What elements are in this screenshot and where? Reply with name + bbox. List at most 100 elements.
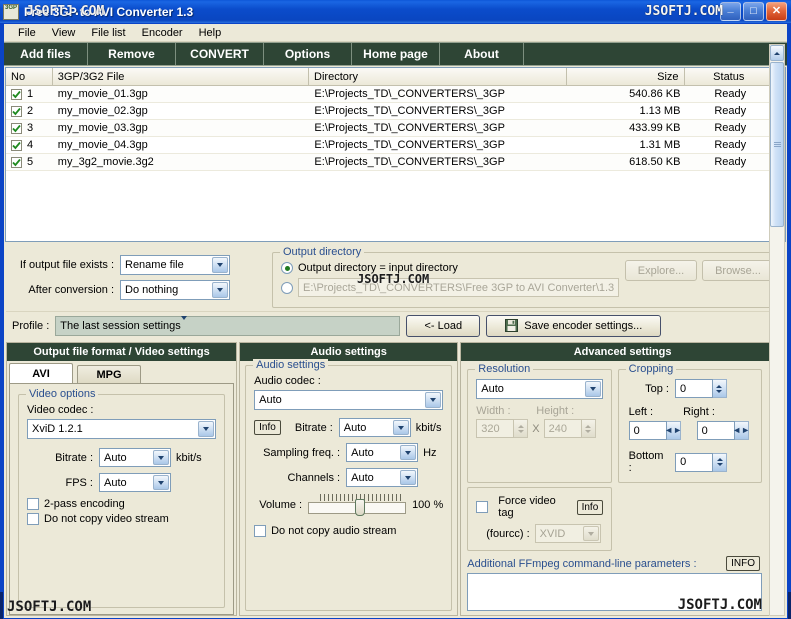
- chevron-down-icon[interactable]: [198, 421, 215, 437]
- crop-left-spin-buttons[interactable]: ◄►: [664, 421, 682, 440]
- crop-right-stepper[interactable]: 0 ◄►: [696, 421, 750, 440]
- table-row[interactable]: 5 my_3g2_movie.3g2 E:\Projects_TD\_CONVE…: [6, 154, 785, 171]
- column-header-no[interactable]: No: [6, 68, 53, 86]
- maximize-button[interactable]: □: [743, 2, 764, 21]
- crop-left-stepper[interactable]: 0 ◄►: [628, 421, 682, 440]
- output-same-as-input-row[interactable]: Output directory = input directory: [281, 262, 619, 274]
- browse-button[interactable]: Browse...: [702, 260, 774, 281]
- audio-bitrate-select[interactable]: Auto: [338, 418, 411, 437]
- toolbar-remove-button[interactable]: Remove: [88, 43, 176, 65]
- chevron-down-icon[interactable]: [212, 281, 228, 298]
- crop-top-spin-buttons[interactable]: [712, 379, 727, 398]
- crop-top-value[interactable]: 0: [674, 379, 713, 398]
- chevron-down-icon[interactable]: [153, 475, 169, 490]
- column-header-size[interactable]: Size: [567, 68, 685, 86]
- output-custom-path-input[interactable]: E:\Projects_TD\_CONVERTERS\Free 3GP to A…: [298, 278, 619, 297]
- force-video-tag-checkbox[interactable]: [476, 501, 489, 513]
- width-stepper[interactable]: 320: [476, 419, 529, 438]
- row-checkbox[interactable]: [11, 105, 22, 117]
- menu-item-filelist[interactable]: File list: [83, 25, 133, 41]
- output-custom-row[interactable]: E:\Projects_TD\_CONVERTERS\Free 3GP to A…: [281, 278, 619, 297]
- chevron-down-icon[interactable]: [425, 392, 442, 408]
- crop-right-label: Right :: [683, 406, 715, 418]
- no-copy-video-row[interactable]: Do not copy video stream: [27, 513, 216, 525]
- table-row[interactable]: 2 my_movie_02.3gp E:\Projects_TD\_CONVER…: [6, 103, 785, 120]
- close-button[interactable]: ✕: [766, 2, 787, 21]
- crop-bottom-value[interactable]: 0: [675, 452, 714, 472]
- radio-output-same[interactable]: [281, 262, 293, 274]
- crop-left-value[interactable]: 0: [628, 421, 667, 440]
- load-profile-button[interactable]: <- Load: [406, 314, 481, 337]
- chevron-down-icon[interactable]: [153, 450, 169, 465]
- radio-output-custom[interactable]: [281, 281, 293, 294]
- crop-right-value[interactable]: 0: [696, 421, 735, 440]
- chevron-down-icon[interactable]: [582, 526, 599, 541]
- column-header-status[interactable]: Status: [684, 68, 774, 86]
- ffmpeg-params-input[interactable]: [467, 573, 762, 611]
- video-fps-select[interactable]: Auto: [99, 473, 171, 492]
- audio-codec-select[interactable]: Auto: [254, 390, 444, 410]
- column-header-directory[interactable]: Directory: [309, 68, 568, 86]
- chevron-down-icon[interactable]: [180, 315, 187, 332]
- two-pass-checkbox[interactable]: [27, 498, 39, 510]
- audio-info-button[interactable]: Info: [254, 420, 281, 435]
- if-output-exists-select[interactable]: Rename file: [120, 254, 230, 275]
- column-header-file[interactable]: 3GP/3G2 File: [52, 68, 310, 86]
- slider-thumb[interactable]: [355, 499, 366, 516]
- menu-item-file[interactable]: File: [10, 25, 44, 41]
- save-encoder-settings-button[interactable]: Save encoder settings...: [486, 314, 662, 337]
- file-list[interactable]: No 3GP/3G2 File Directory Size Status 1 …: [5, 67, 786, 242]
- chevron-down-icon[interactable]: [212, 256, 228, 273]
- explore-button[interactable]: Explore...: [625, 260, 697, 281]
- scrollbar-track[interactable]: [770, 228, 784, 615]
- no-copy-audio-checkbox[interactable]: [254, 525, 267, 537]
- audio-channels-select[interactable]: Auto: [346, 468, 419, 487]
- no-copy-video-checkbox[interactable]: [27, 513, 39, 525]
- crop-bottom-stepper[interactable]: 0: [675, 452, 728, 472]
- two-pass-row[interactable]: 2-pass encoding: [27, 498, 216, 510]
- profile-select[interactable]: The last session settings: [55, 315, 401, 336]
- after-conversion-select[interactable]: Do nothing: [120, 279, 230, 300]
- height-stepper[interactable]: 240: [543, 419, 596, 438]
- advanced-scrollbar[interactable]: [769, 44, 785, 616]
- chevron-down-icon[interactable]: [400, 445, 417, 460]
- height-value[interactable]: 240: [543, 419, 582, 438]
- no-copy-audio-row[interactable]: Do not copy audio stream: [254, 525, 443, 537]
- menu-item-view[interactable]: View: [44, 25, 84, 41]
- toolbar-about-button[interactable]: About: [440, 43, 524, 65]
- crop-right-spin-buttons[interactable]: ◄►: [732, 421, 750, 440]
- toolbar-convert-button[interactable]: CONVERT: [176, 43, 264, 65]
- audio-sampling-value: Auto: [351, 446, 374, 459]
- width-spin-buttons[interactable]: [514, 419, 529, 438]
- video-bitrate-select[interactable]: Auto: [99, 448, 171, 467]
- audio-sampling-select[interactable]: Auto: [346, 443, 419, 462]
- row-checkbox[interactable]: [11, 122, 22, 134]
- volume-slider[interactable]: [308, 494, 407, 516]
- chevron-down-icon[interactable]: [584, 381, 601, 397]
- chevron-down-icon[interactable]: [400, 470, 417, 485]
- toolbar-home-page-button[interactable]: Home page: [352, 43, 440, 65]
- crop-bottom-spin-buttons[interactable]: [713, 452, 728, 472]
- tab-avi[interactable]: AVI: [9, 363, 73, 384]
- row-checkbox[interactable]: [11, 88, 22, 100]
- chevron-down-icon[interactable]: [392, 420, 409, 435]
- minimize-button[interactable]: _: [720, 2, 741, 21]
- ffmpeg-info-button[interactable]: INFO: [726, 556, 760, 571]
- video-codec-select[interactable]: XviD 1.2.1: [27, 419, 217, 439]
- table-row[interactable]: 4 my_movie_04.3gp E:\Projects_TD\_CONVER…: [6, 137, 785, 154]
- table-row[interactable]: 1 my_movie_01.3gp E:\Projects_TD\_CONVER…: [6, 86, 785, 103]
- tab-mpg[interactable]: MPG: [77, 365, 141, 384]
- resolution-select[interactable]: Auto: [476, 379, 603, 399]
- fourcc-select[interactable]: XVID: [534, 524, 601, 543]
- row-checkbox[interactable]: [11, 139, 22, 151]
- width-value[interactable]: 320: [476, 419, 515, 438]
- table-row[interactable]: 3 my_movie_03.3gp E:\Projects_TD\_CONVER…: [6, 120, 785, 137]
- row-checkbox[interactable]: [11, 156, 22, 168]
- toolbar-add-files-button[interactable]: Add files: [4, 43, 88, 65]
- force-video-tag-info-button[interactable]: Info: [576, 499, 604, 515]
- menu-item-help[interactable]: Help: [191, 25, 230, 41]
- crop-top-stepper[interactable]: 0: [674, 379, 727, 398]
- height-spin-buttons[interactable]: [581, 419, 596, 438]
- menu-item-encoder[interactable]: Encoder: [134, 25, 191, 41]
- toolbar-options-button[interactable]: Options: [264, 43, 352, 65]
